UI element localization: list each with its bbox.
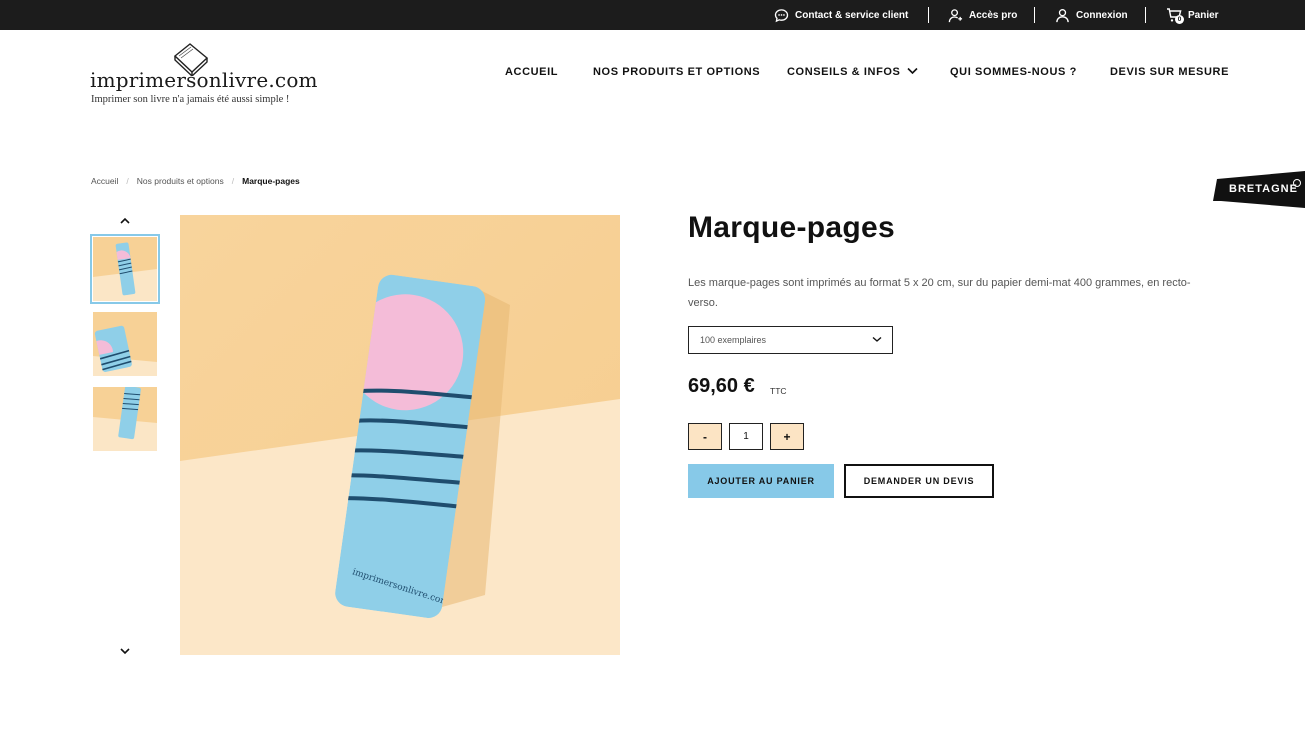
user-icon — [1055, 8, 1070, 23]
contact-label: Contact & service client — [795, 9, 909, 21]
quantity-option-select[interactable]: 100 exemplaires — [688, 326, 893, 354]
user-pro-icon — [948, 8, 963, 23]
nav-label: QUI SOMMES-NOUS ? — [950, 66, 1077, 78]
product-title: Marque-pages — [688, 211, 895, 244]
nav-label: CONSEILS & INFOS — [787, 66, 901, 78]
quantity-decrease-button[interactable]: - — [688, 423, 722, 450]
nav-item-about[interactable]: QUI SOMMES-NOUS ? — [950, 66, 1077, 78]
pro-access-link[interactable]: Accès pro — [948, 0, 1017, 30]
product-thumbnail-3[interactable] — [93, 387, 157, 451]
chevron-down-icon — [872, 335, 882, 345]
breadcrumb-separator: / — [126, 176, 129, 186]
quantity-option-value: 100 exemplaires — [700, 335, 767, 345]
registered-icon — [1293, 179, 1301, 187]
chat-bubble-icon — [774, 8, 789, 23]
nav-label: ACCUEIL — [505, 66, 559, 78]
breadcrumb-current: Marque-pages — [242, 176, 300, 186]
product-thumbnail-1[interactable] — [90, 234, 160, 304]
product-price: 69,60 € — [688, 375, 755, 397]
quantity-increase-button[interactable]: + — [770, 423, 804, 450]
nav-item-advice[interactable]: CONSEILS & INFOS — [787, 66, 918, 78]
cart-count-badge: 0 — [1175, 15, 1184, 24]
divider — [1034, 7, 1035, 23]
add-to-cart-button[interactable]: AJOUTER AU PANIER — [688, 464, 834, 498]
cart-label: Panier — [1188, 9, 1219, 21]
chevron-down-icon — [906, 66, 918, 78]
nav-label: NOS PRODUITS ET OPTIONS — [593, 66, 761, 78]
thumbnails-down-button[interactable] — [117, 644, 133, 656]
plus-label: + — [783, 429, 791, 444]
cart-icon: 0 — [1166, 7, 1184, 24]
request-quote-button[interactable]: DEMANDER UN DEVIS — [844, 464, 994, 498]
quantity-input[interactable]: 1 — [729, 423, 763, 450]
thumbnails-up-button[interactable] — [117, 214, 133, 226]
cart-link[interactable]: 0 Panier — [1166, 0, 1219, 30]
nav-item-home[interactable]: ACCUEIL — [505, 66, 558, 78]
divider — [928, 7, 929, 23]
breadcrumb-separator: / — [231, 176, 235, 186]
pro-access-label: Accès pro — [969, 9, 1018, 21]
request-quote-label: DEMANDER UN DEVIS — [863, 476, 975, 486]
breadcrumb: Accueil / Nos produits et options / Marq… — [91, 176, 300, 186]
breadcrumb-home[interactable]: Accueil — [91, 176, 118, 186]
chevron-down-icon — [117, 644, 133, 661]
top-bar: Contact & service client Accès pro Conne… — [0, 0, 1305, 30]
logo-wordmark: imprimersonlivre.com — [90, 68, 318, 92]
login-link[interactable]: Connexion — [1055, 0, 1128, 30]
product-thumbnail-2[interactable] — [93, 312, 157, 376]
product-main-image[interactable]: imprimersonlivre.com — [180, 215, 620, 655]
logo-tagline: Imprimer son livre n'a jamais été aussi … — [91, 94, 290, 105]
product-description: Les marque-pages sont imprimés au format… — [688, 277, 1191, 309]
bretagne-label: BRETAGNE — [1229, 183, 1298, 195]
price-suffix: TTC — [770, 386, 787, 396]
chevron-up-icon — [117, 214, 133, 231]
login-label: Connexion — [1076, 9, 1128, 21]
nav-label: DEVIS SUR MESURE — [1110, 66, 1230, 78]
quantity-value: 1 — [743, 431, 749, 442]
breadcrumb-products[interactable]: Nos produits et options — [137, 176, 224, 186]
nav-item-custom-quote[interactable]: DEVIS SUR MESURE — [1110, 66, 1229, 78]
minus-label: - — [703, 429, 707, 444]
site-logo[interactable]: imprimersonlivre.com Imprimer son livre … — [90, 40, 318, 110]
add-to-cart-label: AJOUTER AU PANIER — [707, 476, 815, 486]
contact-link[interactable]: Contact & service client — [774, 0, 908, 30]
bretagne-badge[interactable]: BRETAGNE — [1213, 171, 1305, 208]
divider — [1145, 7, 1146, 23]
nav-item-products[interactable]: NOS PRODUITS ET OPTIONS — [593, 66, 760, 78]
